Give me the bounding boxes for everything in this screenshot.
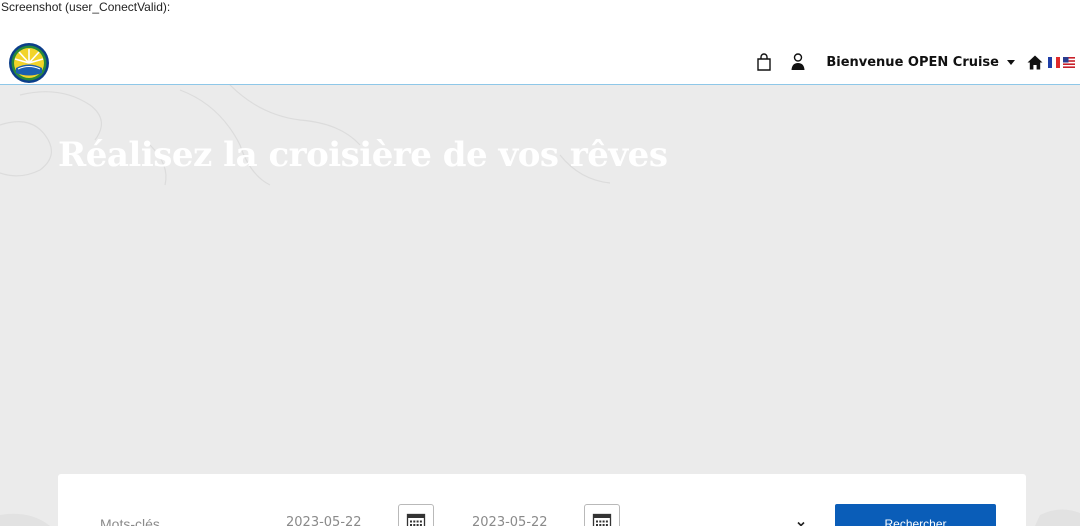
hero-title: Réalisez la croisière de vos rêves: [58, 134, 668, 175]
keywords-input[interactable]: [100, 514, 260, 526]
select-chevron-down-icon[interactable]: [796, 516, 806, 526]
logo-icon[interactable]: [8, 42, 50, 84]
hero-banner: Réalisez la croisière de vos rêves 2023-…: [0, 85, 1080, 526]
chevron-down-icon: [1007, 59, 1015, 65]
end-date-calendar-button[interactable]: [584, 504, 620, 526]
shopping-bag-icon[interactable]: [756, 52, 774, 72]
france-flag-icon[interactable]: [1048, 56, 1060, 68]
us-flag-icon[interactable]: [1063, 56, 1075, 68]
end-date-field[interactable]: 2023-05-22: [472, 515, 548, 526]
calendar-icon: [592, 513, 612, 526]
user-icon[interactable]: [790, 52, 808, 72]
home-icon[interactable]: [1027, 54, 1044, 70]
welcome-label: Bienvenue OPEN Cruise: [826, 54, 999, 70]
top-navbar: Bienvenue OPEN Cruise: [0, 40, 1080, 85]
search-panel: 2023-05-22 2023-05-22: [58, 474, 1026, 526]
start-date-calendar-button[interactable]: [398, 504, 434, 526]
navbar-actions: Bienvenue OPEN Cruise: [756, 40, 1078, 84]
calendar-icon: [406, 513, 426, 526]
account-dropdown[interactable]: Bienvenue OPEN Cruise: [826, 55, 1015, 70]
start-date-field[interactable]: 2023-05-22: [286, 515, 362, 526]
search-button[interactable]: Rechercher: [835, 504, 996, 526]
screenshot-caption: Screenshot (user_ConectValid):: [1, 0, 171, 14]
